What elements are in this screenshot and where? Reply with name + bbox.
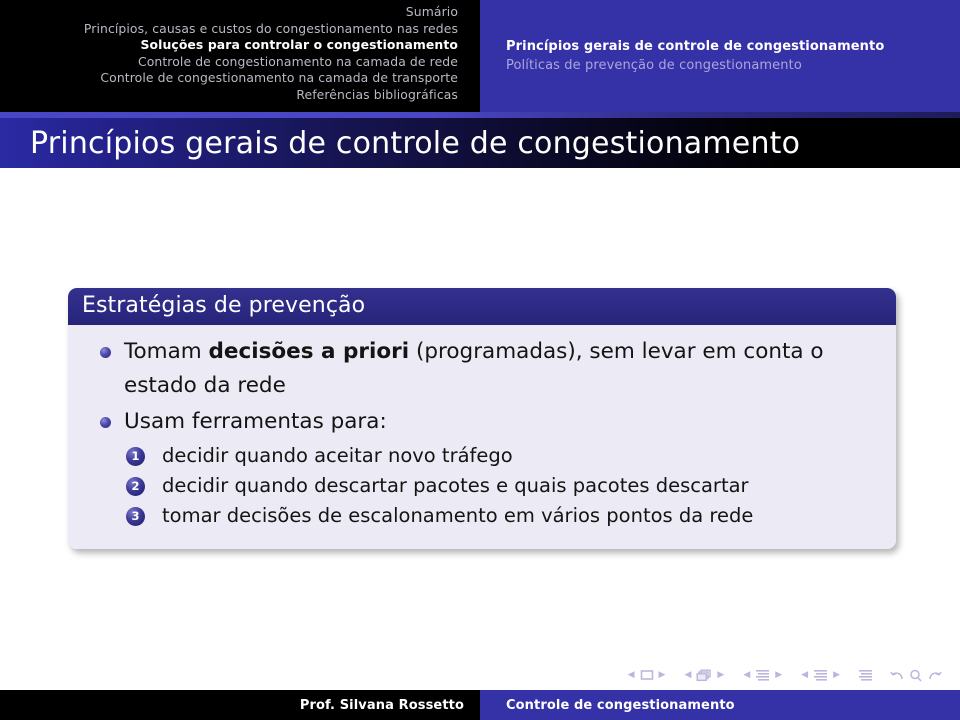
enum-item-label: tomar decisões de escalonamento em vário… (162, 504, 754, 527)
back-icon[interactable] (888, 669, 907, 682)
document-icon[interactable] (856, 669, 875, 682)
beamer-navigation-bar: ◀ ▶ ◀ ▶ ◀ ▶ ◀ ▶ (0, 664, 960, 686)
next-subsection-icon[interactable]: ▶ (772, 670, 785, 680)
section-navigation-panel: Sumário Princípios, causas e custos do c… (0, 0, 480, 112)
section-item-0[interactable]: Princípios, causas e custos do congestio… (84, 21, 458, 38)
document-nav-group (856, 669, 875, 682)
page-title: Princípios gerais de controle de congest… (30, 125, 801, 161)
block-heading: Estratégias de prevenção (68, 288, 896, 325)
section-nav-group: ◀ ▶ (798, 669, 843, 682)
footer-author: Prof. Silvana Rossetto (299, 697, 464, 713)
bullet-icon (100, 347, 111, 358)
section-item-3[interactable]: Controle de congestionamento na camada d… (100, 70, 458, 87)
enum-marker-icon: 3 (126, 507, 145, 526)
enum-marker-icon: 1 (126, 447, 145, 466)
subsection-nav-group: ◀ ▶ (740, 669, 785, 682)
content-block: Estratégias de prevenção Tomam decisões … (68, 288, 896, 549)
toc-heading: Sumário (405, 4, 458, 19)
subsection-icon[interactable] (753, 669, 772, 682)
list-item: 1 decidir quando aceitar novo tráfego (124, 441, 878, 471)
footer-title: Controle de congestionamento (506, 697, 735, 713)
section-icon[interactable] (811, 669, 830, 682)
next-section-icon[interactable]: ▶ (830, 670, 843, 680)
frame-title-bar: Princípios gerais de controle de congest… (0, 118, 960, 168)
frame-nav-group: ◀ ▶ (681, 669, 727, 682)
footer-title-panel: Controle de congestionamento (480, 690, 960, 720)
list-item: 3 tomar decisões de escalonamento em vár… (124, 501, 878, 531)
enumerate-list: 1 decidir quando aceitar novo tráfego 2 … (124, 441, 878, 531)
prev-frame-icon[interactable]: ◀ (681, 670, 694, 680)
enum-marker-icon: 2 (126, 477, 145, 496)
section-item-4[interactable]: Referências bibliográficas (296, 87, 458, 104)
list-item: 2 decidir quando descartar pacotes e qua… (124, 471, 878, 501)
frame-icon[interactable] (694, 669, 714, 682)
item-text-bold: decisões a priori (208, 339, 410, 364)
enum-item-label: decidir quando aceitar novo tráfego (162, 444, 513, 467)
block-body: Tomam decisões a priori (programadas), s… (68, 325, 896, 549)
item-text-pre: Usam ferramentas para: (124, 409, 387, 434)
footer-author-panel: Prof. Silvana Rossetto (0, 690, 480, 720)
bullet-icon (100, 417, 111, 428)
prev-section-icon[interactable]: ◀ (798, 670, 811, 680)
itemize-list: Tomam decisões a priori (programadas), s… (82, 335, 878, 531)
subsection-item-0[interactable]: Princípios gerais de controle de congest… (506, 37, 960, 56)
slide-canvas: Sumário Princípios, causas e custos do c… (0, 0, 960, 720)
next-frame-icon[interactable]: ▶ (714, 670, 727, 680)
item-text-pre: Tomam (124, 339, 209, 364)
section-item-2[interactable]: Controle de congestionamento na camada d… (138, 54, 458, 71)
headline: Sumário Princípios, causas e custos do c… (0, 0, 960, 112)
prev-subsection-icon[interactable]: ◀ (740, 670, 753, 680)
list-item: Usam ferramentas para: 1 decidir quando … (82, 405, 878, 531)
list-item: Tomam decisões a priori (programadas), s… (82, 335, 878, 403)
subsection-item-1[interactable]: Políticas de prevenção de congestionamen… (506, 56, 960, 75)
next-slide-icon[interactable]: ▶ (656, 670, 669, 680)
footline: Prof. Silvana Rossetto Controle de conge… (0, 690, 960, 720)
slide-icon[interactable] (638, 669, 656, 681)
subsection-navigation-panel: Princípios gerais de controle de congest… (480, 0, 960, 112)
forward-icon[interactable] (925, 669, 944, 682)
history-nav-group (888, 669, 944, 682)
enum-item-label: decidir quando descartar pacotes e quais… (162, 474, 749, 497)
prev-slide-icon[interactable]: ◀ (625, 670, 638, 680)
search-icon[interactable] (907, 669, 925, 682)
slide-nav-group: ◀ ▶ (625, 669, 669, 681)
section-item-1[interactable]: Soluções para controlar o congestionamen… (140, 37, 458, 54)
